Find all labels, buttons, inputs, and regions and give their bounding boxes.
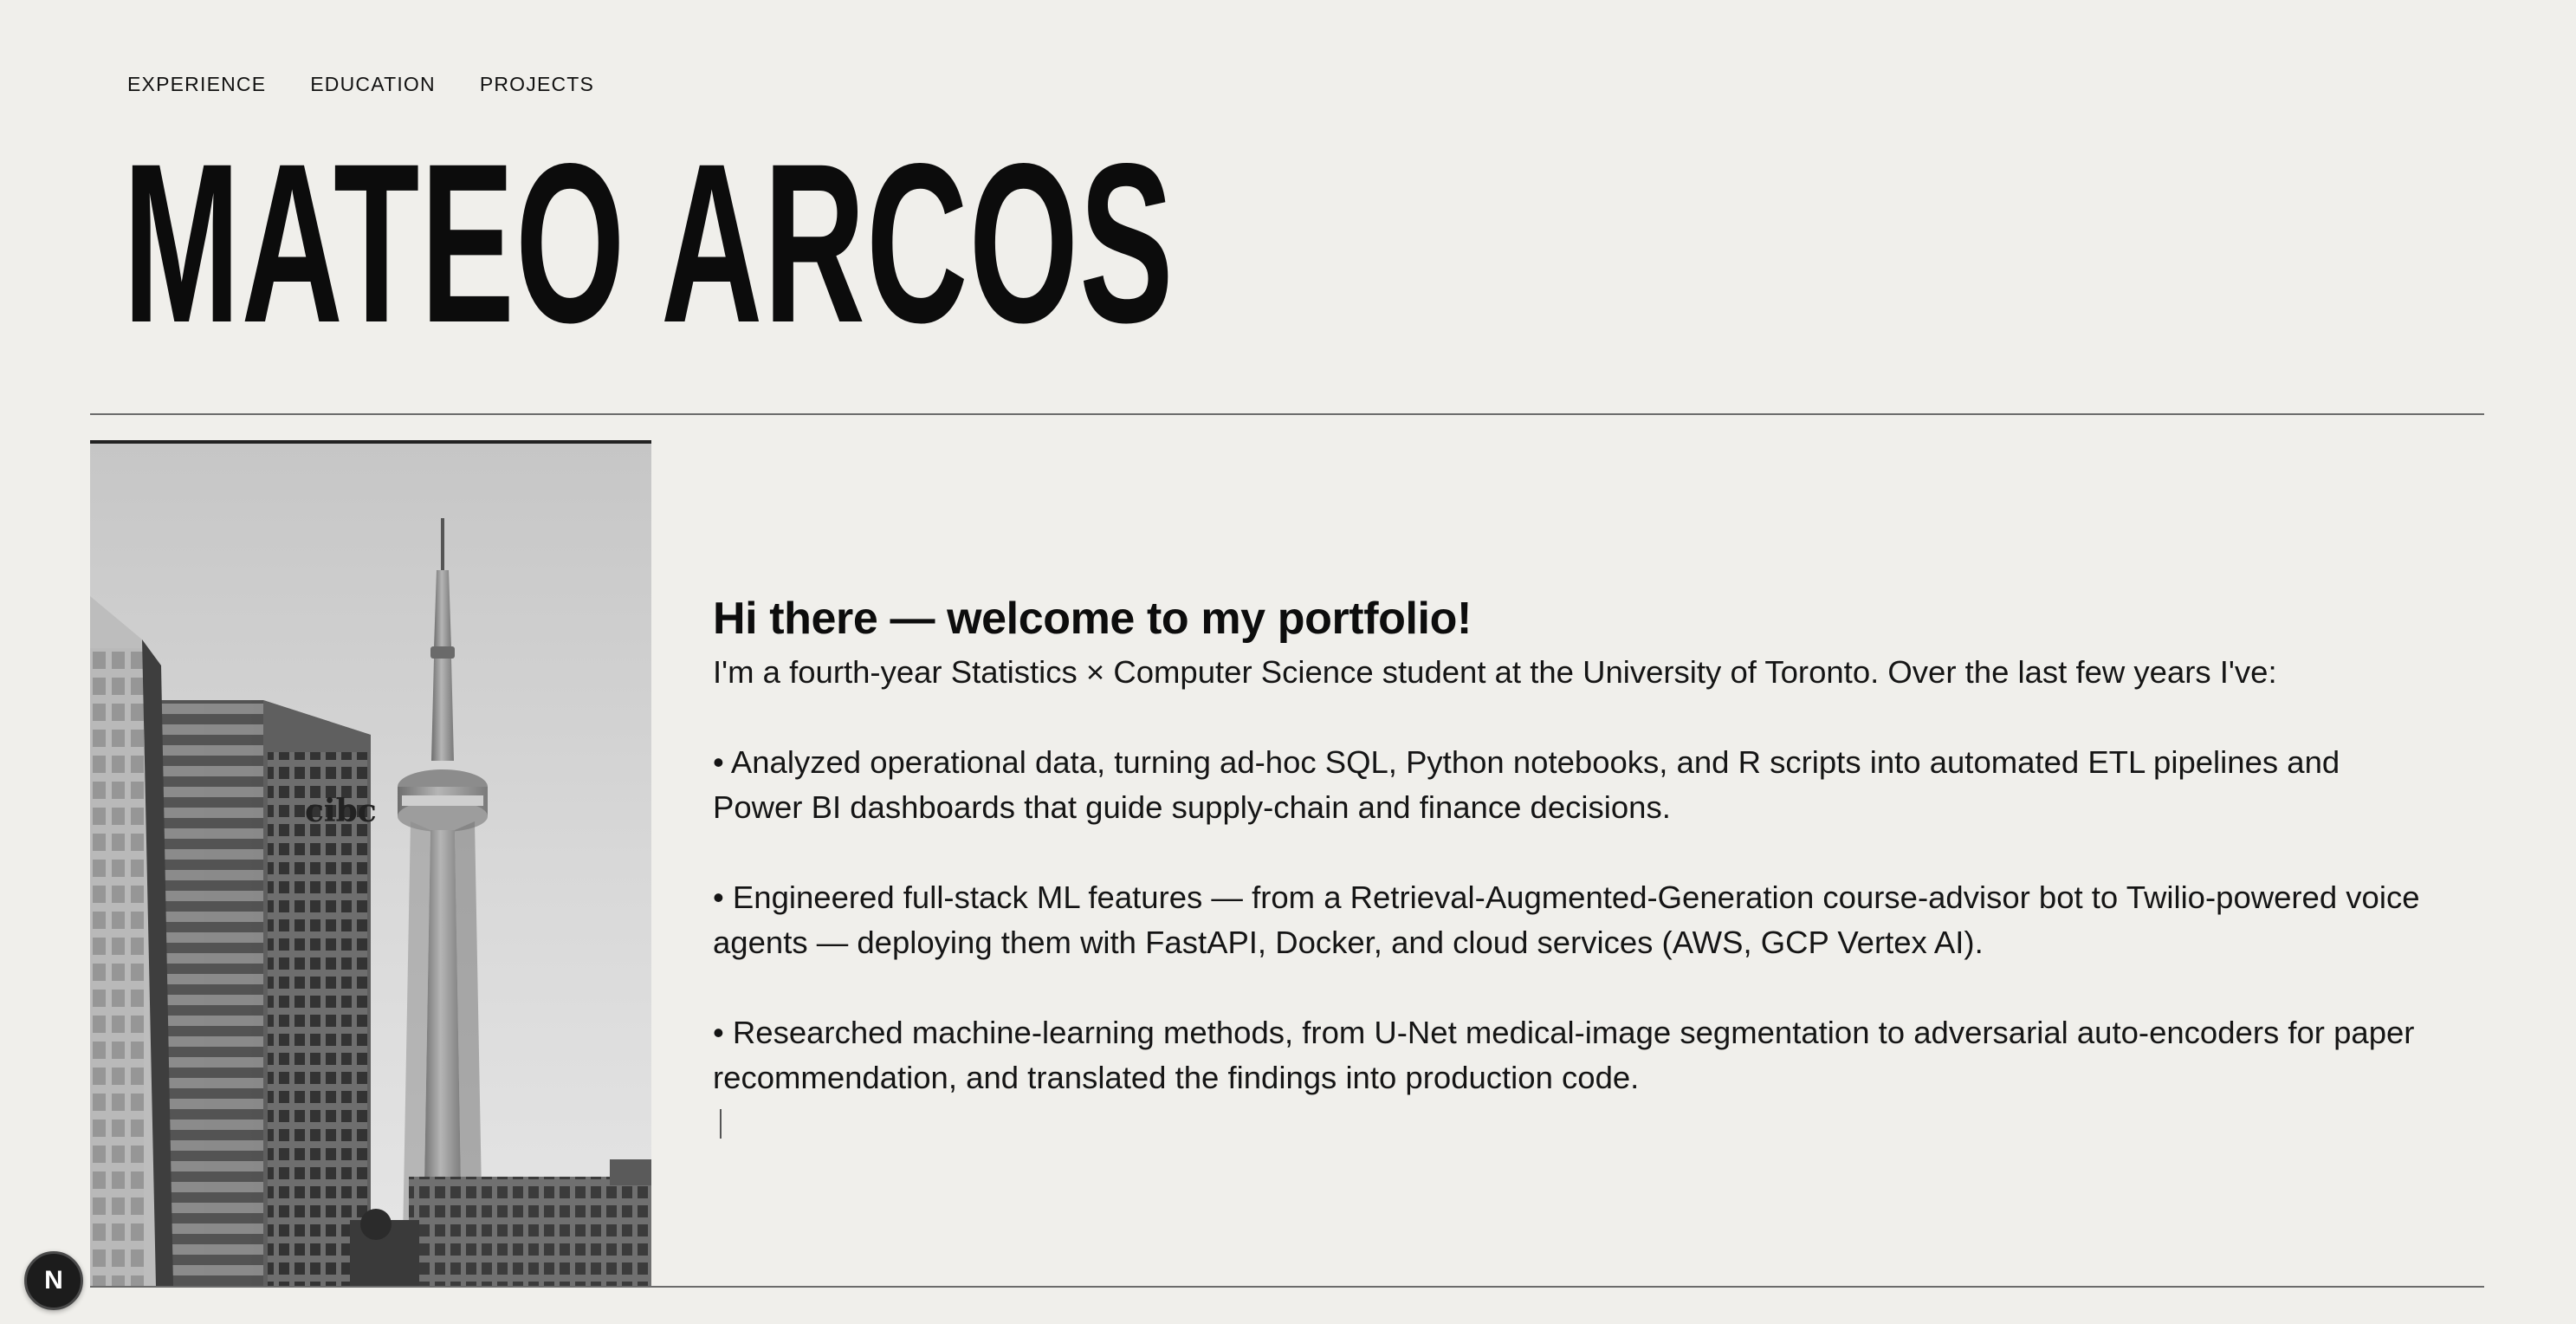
text-cursor [720,1109,722,1139]
intro-bullet: • Researched machine-learning methods, f… [713,1015,2415,1095]
hero-name: MATEO ARCOS [123,116,1175,370]
building-sign-text: cibc [305,793,377,829]
nav-link-education[interactable]: EDUCATION [310,73,436,96]
nav-link-experience[interactable]: EXPERIENCE [127,73,266,96]
dev-badge-label: N [44,1266,63,1295]
intro-bullet: • Engineered full-stack ML features — fr… [713,879,2420,960]
intro-heading: Hi there — welcome to my portfolio! [713,594,1472,644]
bottom-divider [90,1286,2484,1288]
nextjs-logo-icon[interactable]: N [24,1251,83,1310]
profile-photo: cibc [90,440,651,1286]
intro-bullet: • Analyzed operational data, turning ad-… [713,744,2340,825]
top-nav: EXPERIENCE EDUCATION PROJECTS [127,73,638,96]
page: EXPERIENCE EDUCATION PROJECTS MATEO ARCO… [90,0,2484,1324]
intro-section: Hi there — welcome to my portfolio! I'm … [713,589,2437,1139]
nav-link-projects[interactable]: PROJECTS [480,73,594,96]
intro-lead: I'm a fourth-year Statistics × Computer … [713,654,2277,690]
top-divider [90,413,2484,415]
